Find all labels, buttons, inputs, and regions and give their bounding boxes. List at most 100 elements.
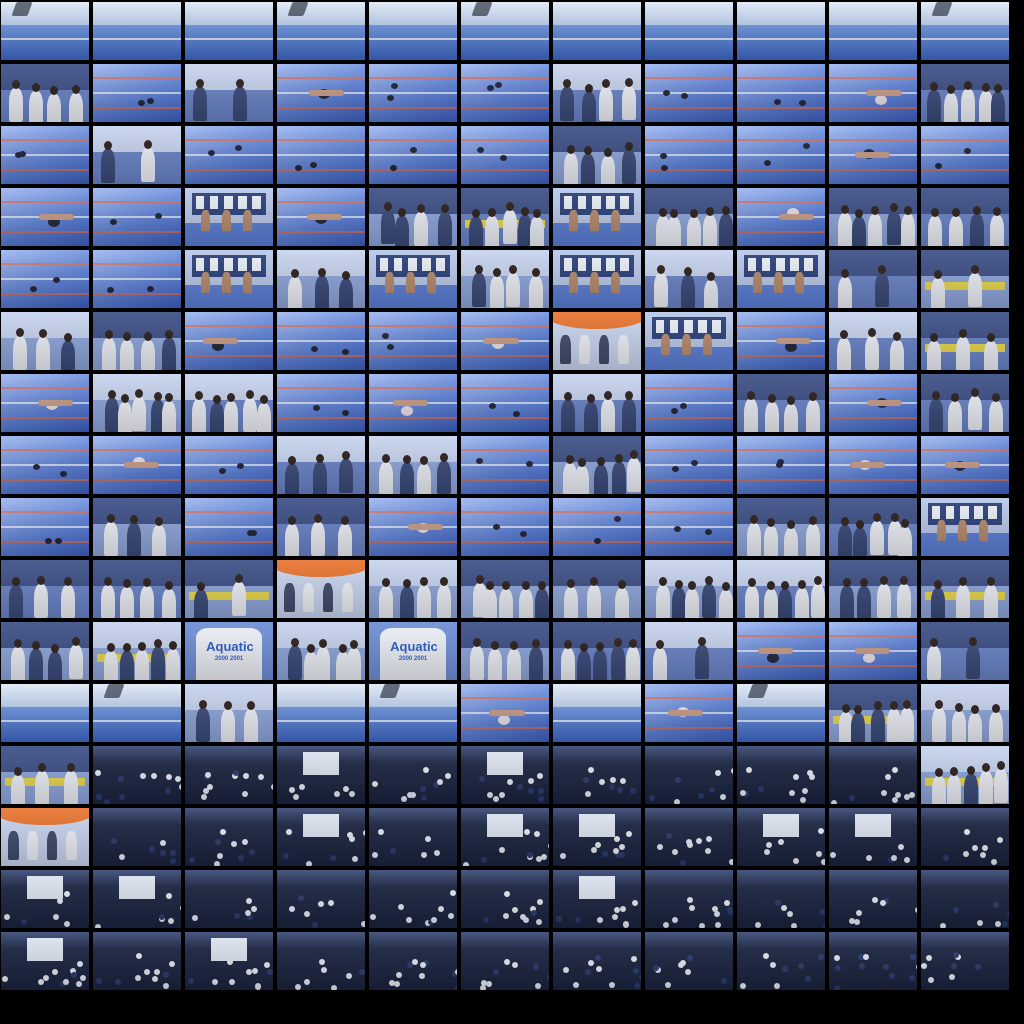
photo-thumbnail[interactable] <box>553 622 641 680</box>
photo-thumbnail[interactable] <box>921 374 1009 432</box>
photo-thumbnail[interactable] <box>369 2 457 60</box>
photo-thumbnail[interactable] <box>93 436 181 494</box>
photo-thumbnail[interactable] <box>1 498 89 556</box>
photo-thumbnail[interactable] <box>737 932 825 990</box>
photo-thumbnail[interactable] <box>93 312 181 370</box>
photo-thumbnail[interactable] <box>369 684 457 742</box>
photo-thumbnail[interactable] <box>277 250 365 308</box>
photo-thumbnail[interactable] <box>829 188 917 246</box>
photo-thumbnail[interactable] <box>829 250 917 308</box>
photo-thumbnail[interactable] <box>369 436 457 494</box>
photo-thumbnail[interactable] <box>185 126 273 184</box>
photo-thumbnail[interactable] <box>93 808 181 866</box>
photo-thumbnail[interactable] <box>829 746 917 804</box>
photo-thumbnail[interactable] <box>369 932 457 990</box>
photo-thumbnail[interactable] <box>737 808 825 866</box>
photo-thumbnail[interactable] <box>93 870 181 928</box>
photo-thumbnail[interactable] <box>829 932 917 990</box>
photo-thumbnail[interactable] <box>553 746 641 804</box>
photo-thumbnail[interactable] <box>277 808 365 866</box>
photo-thumbnail[interactable] <box>553 188 641 246</box>
photo-thumbnail[interactable] <box>737 498 825 556</box>
photo-thumbnail[interactable] <box>461 126 549 184</box>
photo-thumbnail[interactable] <box>1 870 89 928</box>
photo-thumbnail[interactable] <box>921 932 1009 990</box>
photo-thumbnail[interactable] <box>277 436 365 494</box>
photo-thumbnail[interactable] <box>737 2 825 60</box>
photo-thumbnail[interactable] <box>737 622 825 680</box>
photo-thumbnail[interactable] <box>645 746 733 804</box>
photo-thumbnail[interactable] <box>921 560 1009 618</box>
photo-thumbnail[interactable] <box>461 312 549 370</box>
photo-thumbnail[interactable] <box>737 684 825 742</box>
photo-thumbnail[interactable] <box>1 684 89 742</box>
photo-thumbnail[interactable] <box>553 126 641 184</box>
photo-thumbnail[interactable] <box>277 188 365 246</box>
photo-thumbnail[interactable] <box>461 808 549 866</box>
photo-thumbnail[interactable] <box>553 64 641 122</box>
photo-thumbnail[interactable] <box>93 746 181 804</box>
photo-thumbnail[interactable] <box>645 622 733 680</box>
photo-thumbnail[interactable] <box>829 2 917 60</box>
photo-thumbnail[interactable] <box>553 870 641 928</box>
photo-thumbnail[interactable] <box>277 374 365 432</box>
photo-thumbnail[interactable] <box>737 746 825 804</box>
photo-thumbnail[interactable] <box>93 250 181 308</box>
photo-thumbnail[interactable] <box>829 498 917 556</box>
photo-thumbnail[interactable] <box>829 808 917 866</box>
photo-thumbnail[interactable] <box>921 2 1009 60</box>
photo-thumbnail[interactable] <box>185 374 273 432</box>
photo-thumbnail[interactable] <box>645 684 733 742</box>
photo-thumbnail[interactable] <box>921 870 1009 928</box>
photo-thumbnail[interactable] <box>369 870 457 928</box>
photo-thumbnail[interactable] <box>185 870 273 928</box>
photo-thumbnail[interactable] <box>93 188 181 246</box>
photo-thumbnail[interactable] <box>553 2 641 60</box>
photo-thumbnail[interactable] <box>185 684 273 742</box>
photo-thumbnail[interactable] <box>921 622 1009 680</box>
photo-thumbnail[interactable] <box>921 64 1009 122</box>
photo-thumbnail[interactable] <box>93 374 181 432</box>
photo-thumbnail[interactable] <box>277 312 365 370</box>
photo-thumbnail[interactable] <box>277 2 365 60</box>
photo-thumbnail[interactable] <box>461 560 549 618</box>
photo-thumbnail[interactable] <box>645 2 733 60</box>
photo-thumbnail[interactable] <box>1 250 89 308</box>
photo-thumbnail[interactable]: Aquatic2000 2001 <box>369 622 457 680</box>
photo-thumbnail[interactable] <box>1 188 89 246</box>
photo-thumbnail[interactable] <box>369 188 457 246</box>
photo-thumbnail[interactable] <box>461 498 549 556</box>
photo-thumbnail[interactable] <box>921 808 1009 866</box>
photo-thumbnail[interactable] <box>1 2 89 60</box>
photo-thumbnail[interactable] <box>737 64 825 122</box>
photo-thumbnail[interactable] <box>553 436 641 494</box>
photo-thumbnail[interactable] <box>461 64 549 122</box>
photo-thumbnail[interactable] <box>461 870 549 928</box>
photo-thumbnail[interactable] <box>645 312 733 370</box>
photo-thumbnail[interactable] <box>1 126 89 184</box>
photo-thumbnail[interactable] <box>369 64 457 122</box>
photo-thumbnail[interactable] <box>645 374 733 432</box>
photo-thumbnail[interactable] <box>277 870 365 928</box>
photo-thumbnail[interactable] <box>93 126 181 184</box>
photo-thumbnail[interactable] <box>93 560 181 618</box>
photo-thumbnail[interactable] <box>1 808 89 866</box>
photo-thumbnail[interactable] <box>645 250 733 308</box>
photo-thumbnail[interactable] <box>93 684 181 742</box>
photo-thumbnail[interactable] <box>737 312 825 370</box>
photo-thumbnail[interactable] <box>277 746 365 804</box>
photo-thumbnail[interactable] <box>829 312 917 370</box>
photo-thumbnail[interactable]: Aquatic2000 2001 <box>185 622 273 680</box>
photo-thumbnail[interactable] <box>645 870 733 928</box>
photo-thumbnail[interactable] <box>369 374 457 432</box>
photo-thumbnail[interactable] <box>277 126 365 184</box>
photo-thumbnail[interactable] <box>93 64 181 122</box>
photo-thumbnail[interactable] <box>185 932 273 990</box>
photo-thumbnail[interactable] <box>369 746 457 804</box>
photo-thumbnail[interactable] <box>461 684 549 742</box>
photo-thumbnail[interactable] <box>185 250 273 308</box>
photo-thumbnail[interactable] <box>369 312 457 370</box>
photo-thumbnail[interactable] <box>185 498 273 556</box>
photo-thumbnail[interactable] <box>645 64 733 122</box>
photo-thumbnail[interactable] <box>921 684 1009 742</box>
